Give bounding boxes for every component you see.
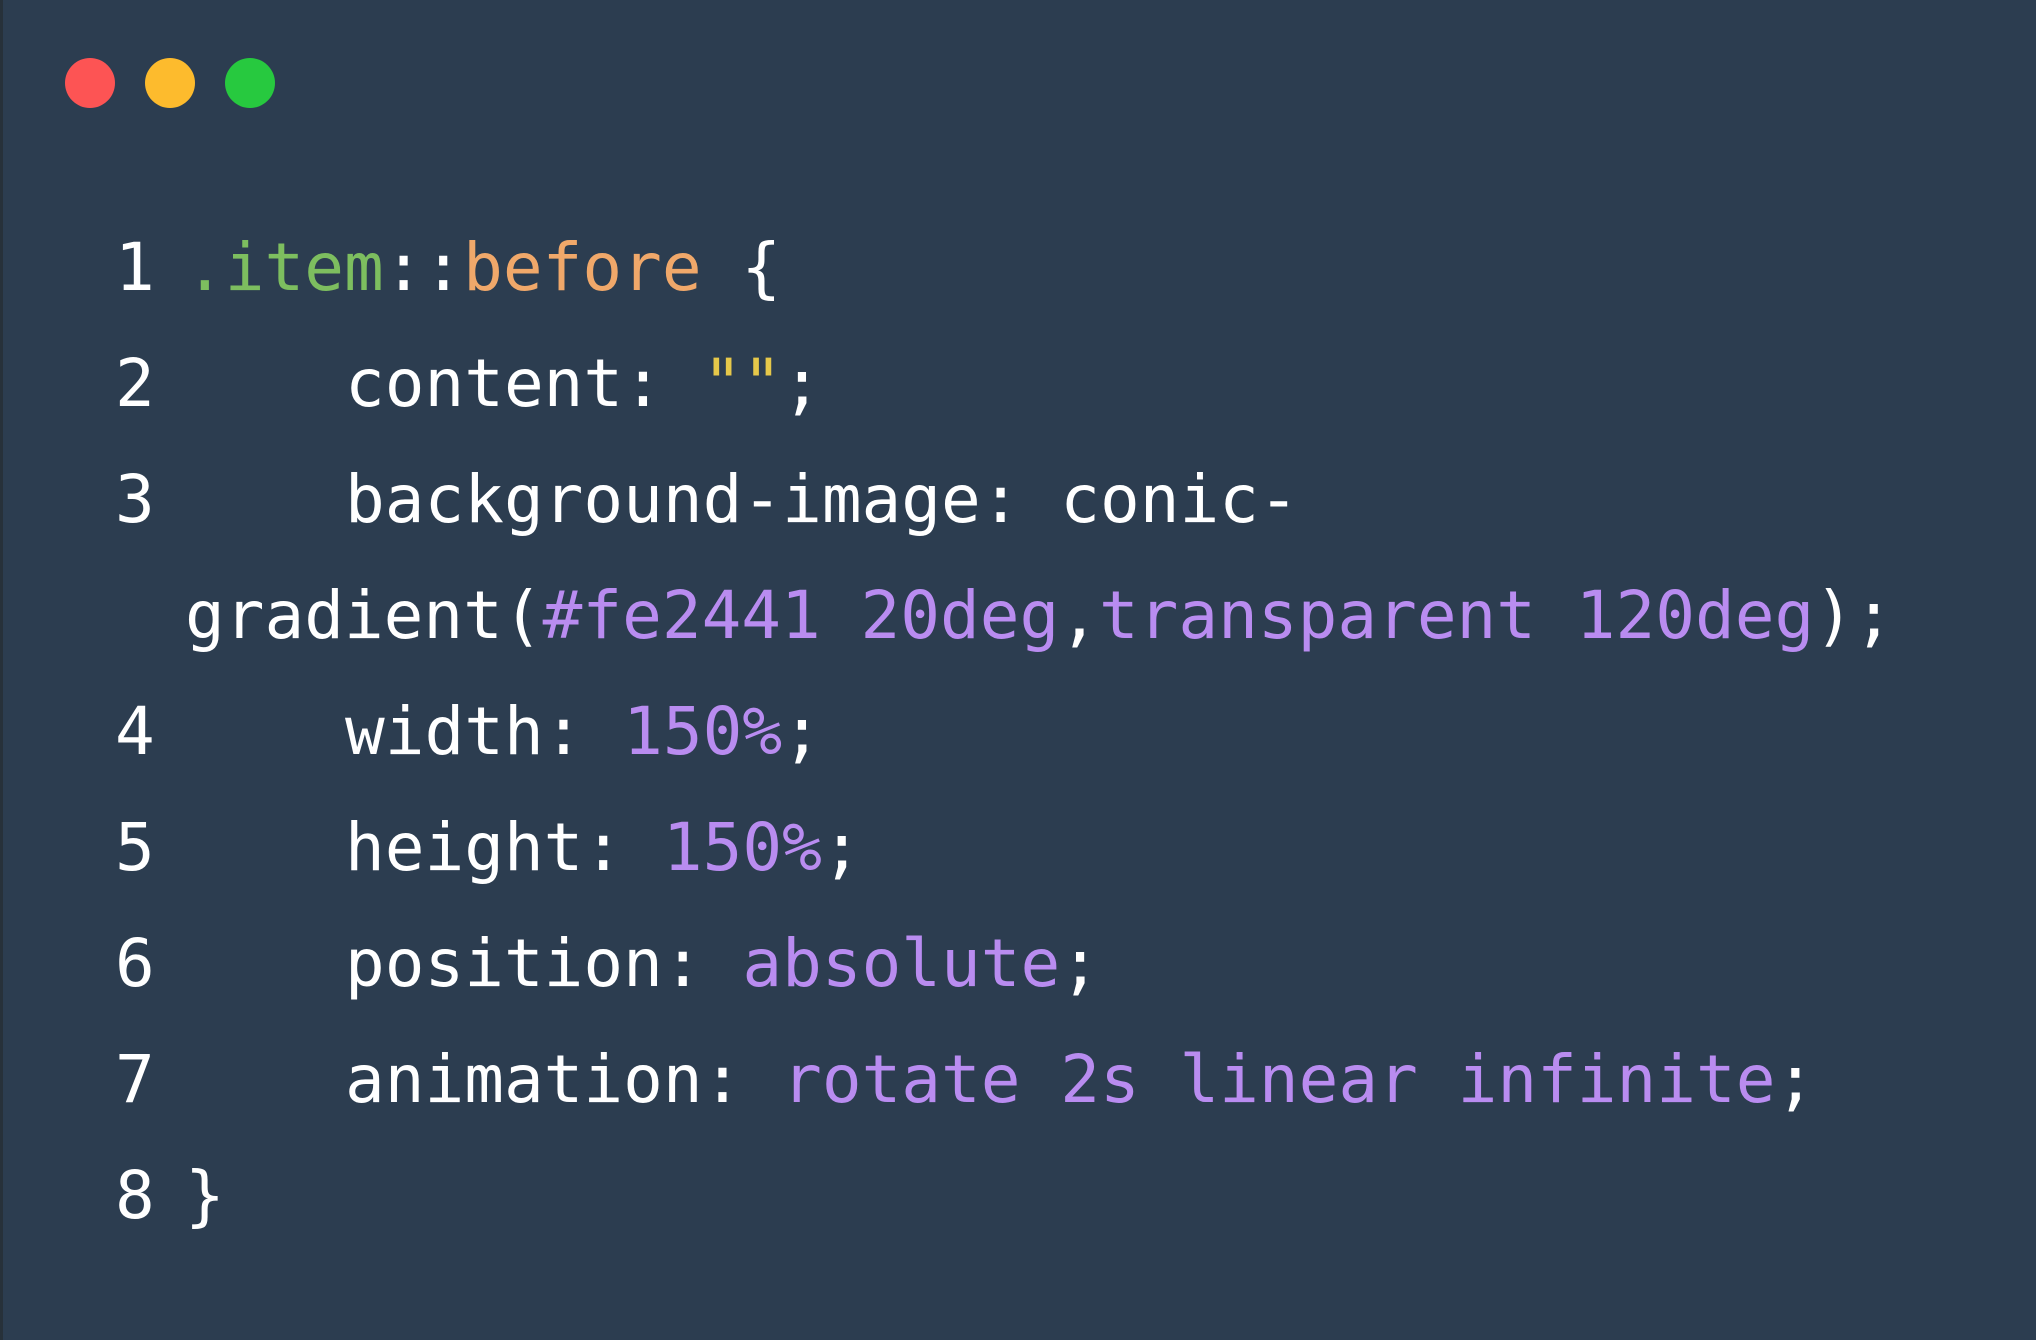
code-line: 8 } (3, 1138, 2036, 1254)
pseudo-token: before (463, 229, 702, 306)
code-line-content: } (185, 1138, 225, 1254)
code-line-content: .item::before { (185, 210, 781, 326)
code-line: 1 .item::before { (3, 210, 2036, 326)
value-token: 150% (662, 809, 822, 886)
value-token: rotate 2s linear infinite (782, 1041, 1776, 1118)
code-line-content: content: ""; (185, 326, 822, 442)
window-controls (65, 58, 275, 108)
line-number: 3 (115, 461, 155, 538)
code-line-wrapped: gradient(#fe2441 20deg,transparent 120de… (3, 558, 2036, 674)
punct-token: } (185, 1157, 225, 1234)
value-token: absolute (742, 925, 1061, 1002)
property-token: background-image: conic- (345, 461, 1299, 538)
property-token: width: (345, 693, 624, 770)
line-number: 8 (115, 1157, 155, 1234)
code-block: 1 .item::before { 2 content: ""; 3 backg… (3, 210, 2036, 1254)
punct-token: :: (383, 229, 464, 306)
string-token: "" (702, 345, 783, 422)
line-number: 7 (115, 1041, 155, 1118)
line-number: 1 (115, 229, 155, 306)
punct-token: ); (1814, 577, 1894, 654)
close-dot-icon[interactable] (65, 58, 115, 108)
value-token: #fe2441 20deg (542, 577, 1060, 654)
line-number: 4 (115, 693, 155, 770)
punct-token: ; (782, 693, 822, 770)
code-line-content: gradient(#fe2441 20deg,transparent 120de… (185, 558, 1894, 674)
selector-token: .item (185, 229, 384, 306)
code-line: 5 height: 150%; (3, 790, 2036, 906)
punct-token: , (1059, 577, 1099, 654)
line-number: 6 (115, 925, 155, 1002)
property-token: animation: (345, 1041, 783, 1118)
value-token: 150% (623, 693, 783, 770)
code-window: 1 .item::before { 2 content: ""; 3 backg… (0, 0, 2036, 1340)
code-line: 4 width: 150%; (3, 674, 2036, 790)
code-line-content: width: 150%; (185, 674, 822, 790)
maximize-dot-icon[interactable] (225, 58, 275, 108)
code-line-content: animation: rotate 2s linear infinite; (185, 1022, 1815, 1138)
punct-token: ; (1060, 925, 1100, 1002)
code-line: 2 content: ""; (3, 326, 2036, 442)
punct-token: ; (821, 809, 862, 886)
code-line: 6 position: absolute; (3, 906, 2036, 1022)
minimize-dot-icon[interactable] (145, 58, 195, 108)
line-number: 2 (115, 345, 155, 422)
property-token: content: (345, 345, 703, 422)
code-line: 3 background-image: conic- (3, 442, 2036, 558)
function-token: gradient( (185, 577, 543, 654)
property-token: height: (345, 809, 663, 886)
punct-token: { (701, 229, 782, 306)
line-number: 5 (115, 809, 155, 886)
code-line: 7 animation: rotate 2s linear infinite; (3, 1022, 2036, 1138)
punct-token: ; (1775, 1041, 1816, 1118)
value-token: transparent 120deg (1098, 577, 1815, 654)
code-line-content: height: 150%; (185, 790, 862, 906)
property-token: position: (345, 925, 743, 1002)
code-line-content: position: absolute; (185, 906, 1100, 1022)
punct-token: ; (782, 345, 822, 422)
code-line-content: background-image: conic- (185, 442, 1299, 558)
